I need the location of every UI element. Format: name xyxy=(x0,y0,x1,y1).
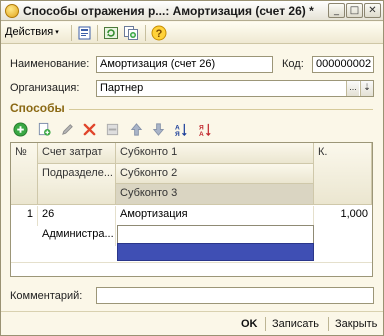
methods-table: № Счет затрат Субконто 1 К. Подразделе..… xyxy=(10,142,373,277)
section-divider xyxy=(69,109,373,110)
sort-ascending-icon[interactable]: А Я xyxy=(174,122,189,137)
toolbar-separator xyxy=(145,25,146,41)
name-label: Наименование: xyxy=(10,58,90,70)
move-down-icon[interactable] xyxy=(151,122,166,137)
organization-field[interactable]: Партнер ... ⇣ xyxy=(96,80,374,97)
code-label: Код: xyxy=(282,58,304,70)
save-button[interactable]: Записать xyxy=(272,318,319,330)
close-button[interactable]: ✕ xyxy=(364,3,381,18)
column-header-account[interactable]: Счет затрат xyxy=(38,143,116,164)
footer-divider xyxy=(1,311,383,312)
edit-row-icon[interactable] xyxy=(60,122,75,137)
cell-num[interactable]: 1 xyxy=(11,206,38,226)
close-form-button[interactable]: Закрыть xyxy=(335,318,377,330)
svg-text:Я: Я xyxy=(175,131,180,137)
refresh-icon[interactable] xyxy=(103,25,119,41)
column-header-subconto2[interactable]: Субконто 2 xyxy=(116,164,314,184)
column-header-subconto1[interactable]: Субконто 1 xyxy=(116,143,314,164)
clear-button[interactable]: ⇣ xyxy=(360,81,373,96)
row-divider xyxy=(11,262,372,263)
save-to-register-icon[interactable] xyxy=(77,25,93,41)
cell-subconto3[interactable] xyxy=(117,243,314,261)
organization-value: Партнер xyxy=(100,82,144,94)
column-header-num[interactable]: № xyxy=(11,143,38,205)
code-field[interactable]: 000000002 xyxy=(312,56,374,73)
actions-menu-label: Действия xyxy=(5,26,54,38)
document-window: Способы отражения р...: Амортизация (сче… xyxy=(0,0,384,336)
copy-row-icon[interactable] xyxy=(37,122,52,137)
column-header-division[interactable]: Подразделе... xyxy=(38,164,116,205)
cell-subconto1[interactable]: Амортизация xyxy=(116,206,314,226)
sort-descending-icon[interactable]: Я А xyxy=(198,122,213,137)
maximize-button[interactable]: □ xyxy=(346,3,363,18)
copy-document-icon[interactable] xyxy=(123,25,139,41)
svg-text:?: ? xyxy=(156,28,163,40)
title-bar: Способы отражения р...: Амортизация (сче… xyxy=(1,1,383,21)
delete-row-icon[interactable] xyxy=(82,122,97,137)
select-button[interactable]: ... xyxy=(346,81,359,96)
cell-subconto2[interactable] xyxy=(117,225,314,244)
chevron-down-icon: ▾ xyxy=(55,29,59,36)
app-logo-icon xyxy=(5,4,19,18)
organization-label: Организация: xyxy=(10,82,80,94)
help-icon[interactable]: ? xyxy=(151,25,167,41)
cell-account[interactable]: 26 xyxy=(38,206,116,226)
toolbar-separator xyxy=(71,25,72,41)
ok-button[interactable]: OK xyxy=(241,318,258,330)
footer-separator xyxy=(328,317,329,331)
cell-division[interactable]: Администра... xyxy=(38,226,116,246)
minimize-button[interactable]: _ xyxy=(328,3,345,18)
svg-text:А: А xyxy=(199,131,204,137)
cell-k[interactable]: 1,000 xyxy=(314,206,372,226)
section-title: Способы xyxy=(10,101,65,115)
end-edit-icon[interactable] xyxy=(105,122,120,137)
comment-label: Комментарий: xyxy=(10,290,83,302)
form-toolbar: Действия ▾ ? xyxy=(1,22,383,44)
column-header-k[interactable]: К. xyxy=(314,143,372,205)
name-field[interactable]: Амортизация (счет 26) xyxy=(96,56,273,73)
toolbar-separator xyxy=(97,25,98,41)
comment-field[interactable] xyxy=(96,287,374,304)
add-row-icon[interactable] xyxy=(13,122,28,137)
column-header-subconto3[interactable]: Субконто 3 xyxy=(116,184,314,205)
actions-menu[interactable]: Действия ▾ xyxy=(5,26,59,38)
footer-separator xyxy=(265,317,266,331)
window-title: Способы отражения р...: Амортизация (сче… xyxy=(23,4,314,18)
move-up-icon[interactable] xyxy=(129,122,144,137)
